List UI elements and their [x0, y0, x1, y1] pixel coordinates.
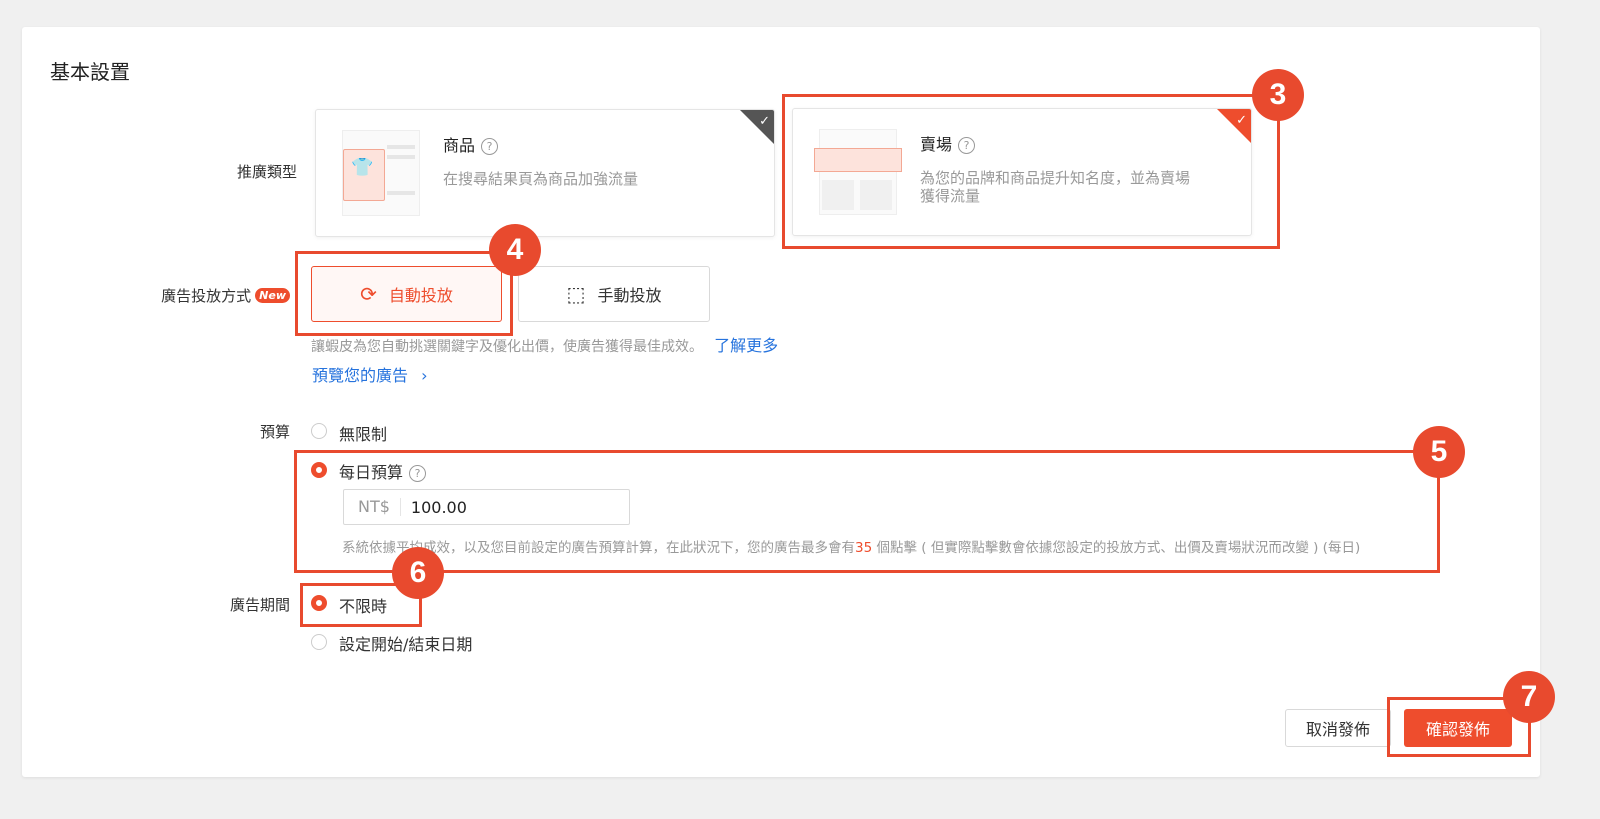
- help-icon[interactable]: ?: [409, 465, 427, 482]
- promo-card-product-title: 商品: [443, 136, 476, 155]
- manual-placement-label: 手動投放: [597, 286, 662, 305]
- budget-note-clicks: 35: [855, 540, 873, 556]
- confirm-publish-button[interactable]: 確認發佈: [1404, 709, 1512, 747]
- period-unlimited-label: 不限時: [339, 597, 388, 616]
- shop-illustration: [814, 129, 902, 215]
- promo-card-shop[interactable]: 賣場? 為您的品牌和商品提升知名度，並為賣場 獲得流量 ✓: [792, 108, 1252, 236]
- help-icon[interactable]: ?: [958, 137, 976, 154]
- currency-prefix: NT$: [344, 498, 401, 516]
- selected-check-corner-icon: ✓: [1217, 109, 1251, 143]
- annotation-badge-3: 3: [1252, 69, 1304, 121]
- daily-budget-input[interactable]: NT$ 100.00: [343, 489, 630, 525]
- cancel-publish-button[interactable]: 取消發佈: [1285, 709, 1391, 747]
- budget-unlimited-label: 無限制: [339, 425, 388, 444]
- cursor-select-icon: ⬚: [566, 282, 586, 306]
- section-title: 基本設置: [50, 60, 130, 84]
- settings-panel: [22, 27, 1540, 777]
- auto-placement-label: 自動投放: [388, 286, 453, 305]
- promo-card-shop-title: 賣場: [920, 135, 953, 154]
- chevron-right-icon[interactable]: ›: [421, 366, 427, 385]
- budget-note-after: 個點擊 ( 但實際點擊數會依據您設定的投放方式、出價及賣場狀況而改變 ) (每日…: [872, 540, 1361, 556]
- placement-label: 廣告投放方式: [161, 287, 252, 305]
- budget-estimate-note: 系統依據平均成效，以及您目前設定的廣告預算計算，在此狀況下，您的廣告最多會有35…: [342, 536, 1360, 556]
- unselected-check-corner-icon: ✓: [740, 110, 774, 144]
- product-illustration: 👕: [342, 130, 420, 216]
- promo-card-shop-desc-line1: 為您的品牌和商品提升知名度，並為賣場: [920, 169, 1191, 187]
- preview-ad-link[interactable]: 預覽您的廣告: [312, 366, 408, 385]
- budget-daily-radio[interactable]: [311, 462, 327, 478]
- new-badge: New: [255, 288, 290, 303]
- placement-hint: 讓蝦皮為您自動挑選關鍵字及優化出價，使廣告獲得最佳成效。: [311, 339, 703, 355]
- help-icon[interactable]: ?: [481, 138, 499, 155]
- promo-card-product-desc: 在搜尋結果頁為商品加強流量: [443, 170, 639, 188]
- promo-type-label: 推廣類型: [236, 163, 297, 181]
- budget-label: 預算: [259, 423, 290, 441]
- learn-more-link[interactable]: 了解更多: [714, 336, 778, 355]
- promo-card-product[interactable]: 👕 商品? 在搜尋結果頁為商品加強流量 ✓: [315, 109, 775, 237]
- budget-unlimited-radio[interactable]: [311, 423, 327, 439]
- period-custom-radio[interactable]: [311, 634, 327, 650]
- annotation-badge-7: 7: [1503, 671, 1555, 723]
- placement-label-wrap: 廣告投放方式 New: [140, 285, 290, 306]
- refresh-icon: ⟳: [360, 282, 377, 306]
- daily-budget-value[interactable]: 100.00: [401, 498, 467, 517]
- period-custom-label: 設定開始/結束日期: [339, 635, 473, 654]
- promo-card-shop-desc-line2: 獲得流量: [920, 187, 981, 205]
- manual-placement-button[interactable]: ⬚ 手動投放: [518, 266, 710, 322]
- budget-daily-label: 每日預算: [339, 463, 404, 482]
- period-label: 廣告期間: [229, 596, 290, 614]
- auto-placement-button[interactable]: ⟳ 自動投放: [311, 266, 502, 322]
- annotation-badge-6: 6: [392, 547, 444, 599]
- annotation-badge-4: 4: [489, 224, 541, 276]
- annotation-badge-5: 5: [1413, 426, 1465, 478]
- period-unlimited-radio[interactable]: [311, 595, 327, 611]
